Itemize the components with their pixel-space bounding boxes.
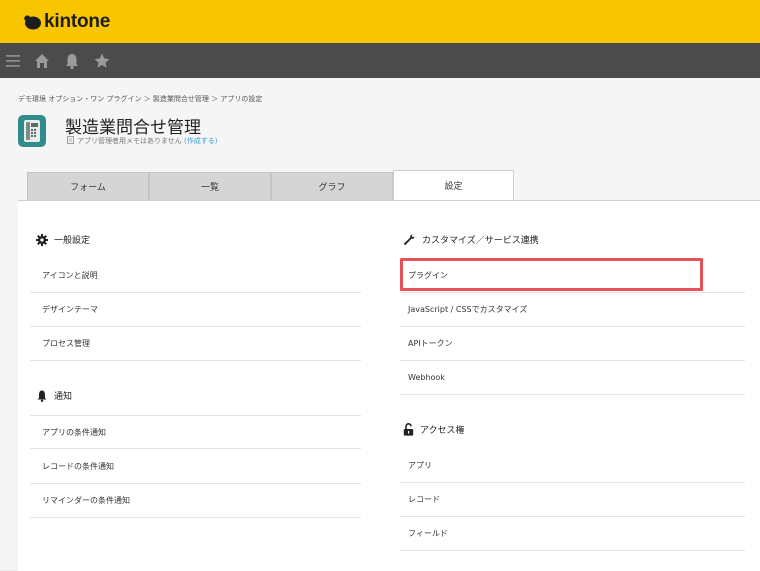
- reminder-notify-item[interactable]: リマインダーの条件通知: [30, 484, 361, 518]
- tab-graph[interactable]: グラフ: [271, 172, 393, 200]
- memo-icon: [67, 136, 74, 144]
- tab-settings[interactable]: 設定: [393, 170, 514, 200]
- wrench-icon: [403, 234, 415, 245]
- create-memo-link[interactable]: (作成する): [184, 137, 217, 145]
- phone-app-icon: [18, 115, 46, 147]
- webhook-item[interactable]: Webhook: [400, 361, 745, 395]
- kintone-logo[interactable]: kintone: [22, 11, 110, 33]
- process-management-item[interactable]: プロセス管理: [30, 327, 361, 361]
- gear-icon: [36, 233, 48, 246]
- access-app-item[interactable]: アプリ: [400, 449, 745, 483]
- app-condition-notify-item[interactable]: アプリの条件通知: [30, 415, 361, 449]
- access-title: アクセス権: [420, 426, 465, 436]
- tab-list[interactable]: 一覧: [149, 172, 271, 200]
- global-navbar: [0, 43, 760, 78]
- bell-icon[interactable]: [63, 52, 81, 70]
- access-field-item[interactable]: フィールド: [400, 517, 745, 551]
- unlock-icon: [403, 423, 414, 436]
- bell-icon: [37, 390, 47, 402]
- js-css-customize-item[interactable]: JavaScript / CSSでカスタマイズ: [400, 293, 745, 327]
- top-header: kintone: [0, 0, 760, 43]
- tab-form[interactable]: フォーム: [27, 172, 149, 200]
- customize-title: カスタマイズ／サービス連携: [422, 236, 539, 246]
- main-content: デモ環境 オプション・ワン プラグイン ＞ 製造業問合せ管理 ＞ アプリの設定 …: [0, 78, 760, 571]
- app-memo: アプリ管理者用メモはありません (作成する): [67, 136, 218, 146]
- plugin-highlight-box: [400, 258, 703, 291]
- settings-tabs: フォーム 一覧 グラフ 設定: [27, 170, 514, 201]
- star-icon[interactable]: [93, 52, 111, 70]
- kintone-logo-icon: [24, 15, 41, 30]
- customize-heading: カスタマイズ／サービス連携: [403, 233, 539, 246]
- breadcrumb[interactable]: デモ環境 オプション・ワン プラグイン ＞ 製造業問合せ管理 ＞ アプリの設定: [18, 94, 262, 104]
- record-condition-notify-item[interactable]: レコードの条件通知: [30, 450, 361, 484]
- design-theme-item[interactable]: デザインテーマ: [30, 293, 361, 327]
- logo-text: kintone: [44, 11, 111, 32]
- general-settings-title: 一般設定: [54, 236, 91, 246]
- notification-title: 通知: [54, 392, 73, 402]
- phone-icon: [24, 120, 40, 142]
- general-settings-heading: 一般設定: [36, 233, 90, 246]
- notification-heading: 通知: [36, 389, 72, 402]
- menu-icon[interactable]: [4, 52, 22, 70]
- home-icon[interactable]: [33, 52, 51, 70]
- settings-panel: 一般設定 アイコンと説明 デザインテーマ プロセス管理 通知 アプリの条件通知 …: [18, 200, 760, 571]
- icon-description-item[interactable]: アイコンと説明: [30, 259, 361, 293]
- access-record-item[interactable]: レコード: [400, 483, 745, 517]
- page-title: 製造業問合せ管理: [65, 118, 201, 138]
- app-memo-text: アプリ管理者用メモはありません: [77, 137, 182, 145]
- access-heading: アクセス権: [403, 423, 465, 436]
- api-token-item[interactable]: APIトークン: [400, 327, 745, 361]
